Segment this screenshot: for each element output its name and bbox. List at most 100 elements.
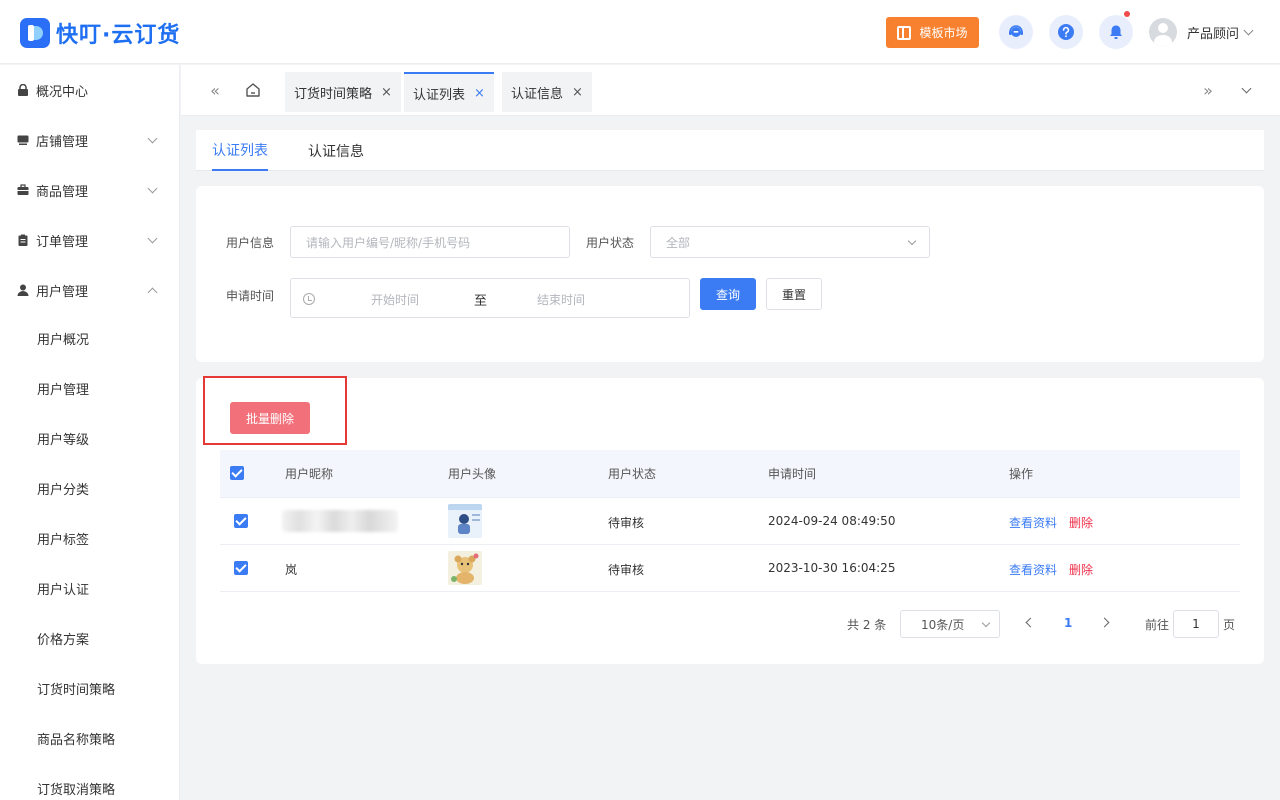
status-cell: 待审核 <box>608 516 645 530</box>
tab-label: 认证信息 <box>511 86 564 102</box>
view-profile-link[interactable]: 查看资料 <box>1009 561 1057 578</box>
close-icon[interactable]: × <box>381 85 392 100</box>
query-button[interactable]: 查询 <box>700 278 756 310</box>
column-header: 用户昵称 <box>285 467 334 481</box>
help-button[interactable] <box>1049 15 1083 49</box>
sidebar-subitem-label: 用户等级 <box>37 432 90 448</box>
sidebar-subitem-label: 用户管理 <box>37 382 90 398</box>
briefcase-icon <box>17 184 29 195</box>
nickname-cell: 岚 <box>285 563 298 577</box>
table-header: 用户昵称 用户头像 用户状态 申请时间 操作 <box>220 450 1240 498</box>
logo-text: 快叮·云订货 <box>56 23 181 48</box>
sidebar-subitem[interactable]: 订货取消策略 <box>0 763 180 800</box>
user-status-select[interactable]: 全部 <box>650 226 930 258</box>
apply-time-cell: 2023-10-30 16:04:25 <box>768 561 896 575</box>
sidebar-subitem-label: 用户标签 <box>37 532 90 548</box>
select-all-checkbox[interactable] <box>230 466 244 480</box>
sidebar-subitem-label: 订货取消策略 <box>37 782 116 798</box>
subtab-certification-list[interactable]: 认证列表 <box>212 130 268 171</box>
tab-label: 订货时间策略 <box>294 86 373 102</box>
end-time-placeholder: 结束时间 <box>537 293 586 307</box>
sidebar-item-label: 订单管理 <box>36 234 89 250</box>
date-range-picker[interactable]: 开始时间 至 结束时间 <box>290 278 690 318</box>
sidebar-subitem[interactable]: 用户管理 <box>0 363 180 413</box>
sidebar-item-label: 商品管理 <box>36 184 89 200</box>
column-header: 申请时间 <box>768 467 817 481</box>
view-profile-link[interactable]: 查看资料 <box>1009 514 1057 531</box>
user-name: 产品顾问 <box>1187 26 1240 42</box>
delete-link[interactable]: 删除 <box>1069 561 1093 578</box>
filter-card <box>196 186 1264 362</box>
tabs-bar: « 订货时间策略 × 认证列表 × 认证信息 × » <box>181 65 1280 116</box>
goto-label: 前往 <box>1145 618 1170 632</box>
service-icon <box>1009 25 1023 37</box>
sidebar-item-goods[interactable]: 商品管理 <box>0 165 180 215</box>
chevron-down-icon <box>147 133 158 144</box>
sidebar-subitem[interactable]: 订货时间策略 <box>0 663 180 713</box>
column-header: 用户头像 <box>448 467 497 481</box>
home-icon[interactable] <box>244 81 262 99</box>
column-header: 用户状态 <box>608 467 657 481</box>
app-logo[interactable]: 快叮·云订货 <box>20 17 180 49</box>
sidebar-item-store[interactable]: 店铺管理 <box>0 115 180 165</box>
user-info-input[interactable]: 请输入用户编号/昵称/手机号码 <box>290 226 570 258</box>
start-time-placeholder: 开始时间 <box>371 293 420 307</box>
template-market-button[interactable]: 模板市场 <box>886 17 979 48</box>
customer-service-button[interactable] <box>999 15 1033 49</box>
subtab-certification-info[interactable]: 认证信息 <box>308 130 364 171</box>
goto-page-input[interactable]: 1 <box>1173 610 1219 638</box>
current-page[interactable]: 1 <box>1064 616 1072 630</box>
apply-time-label: 申请时间 <box>226 289 275 303</box>
chevron-down-icon <box>981 618 991 628</box>
sidebar-subitem[interactable]: 用户概况 <box>0 313 180 363</box>
sidebar-item-orders[interactable]: 订单管理 <box>0 215 180 265</box>
row-checkbox[interactable] <box>234 514 248 528</box>
delete-link[interactable]: 删除 <box>1069 514 1093 531</box>
sidebar-subitem[interactable]: 价格方案 <box>0 613 180 663</box>
sidebar-subitem-label: 用户认证 <box>37 582 90 598</box>
row-checkbox[interactable] <box>234 561 248 575</box>
blurred-nickname <box>282 510 398 532</box>
tab-certification-info[interactable]: 认证信息 × <box>502 72 592 112</box>
sidebar-subitem[interactable]: 用户认证 <box>0 563 180 613</box>
sidebar-subitem-label: 商品名称策略 <box>37 732 116 748</box>
double-chevron-left-icon[interactable]: « <box>205 81 225 101</box>
tab-label: 认证列表 <box>413 87 466 103</box>
clock-icon <box>303 293 315 305</box>
help-icon <box>1058 24 1074 40</box>
chevron-up-icon <box>147 287 158 297</box>
page-size-select[interactable]: 10条/页 <box>900 610 1000 638</box>
tab-order-time-strategy[interactable]: 订货时间策略 × <box>285 72 401 112</box>
logo-icon <box>20 18 50 48</box>
sidebar-subitem[interactable]: 商品名称策略 <box>0 713 180 763</box>
reset-button[interactable]: 重置 <box>766 278 822 310</box>
close-icon[interactable]: × <box>572 85 583 100</box>
sidebar-subitem[interactable]: 用户分类 <box>0 463 180 513</box>
highlight-box <box>203 376 347 445</box>
sidebar-subitem-label: 订货时间策略 <box>37 682 116 698</box>
sidebar-subitem[interactable]: 用户等级 <box>0 413 180 463</box>
template-icon <box>897 25 912 40</box>
sidebar-subitem[interactable]: 用户标签 <box>0 513 180 563</box>
sidebar-item-label: 用户管理 <box>36 284 89 300</box>
store-icon <box>17 135 29 145</box>
user-icon <box>17 284 29 296</box>
sidebar-subitem-label: 价格方案 <box>37 632 90 648</box>
sidebar-item-label: 概况中心 <box>36 84 89 100</box>
sidebar-item-users[interactable]: 用户管理 <box>0 265 180 315</box>
user-menu[interactable]: 产品顾问 <box>1149 18 1254 46</box>
column-header: 操作 <box>1009 467 1034 481</box>
chevron-down-icon[interactable] <box>1241 83 1252 94</box>
tab-certification-list[interactable]: 认证列表 × <box>404 72 494 112</box>
notification-button[interactable] <box>1099 11 1133 49</box>
close-icon[interactable]: × <box>474 86 485 101</box>
user-avatar-thumbnail <box>448 504 482 538</box>
chevron-down-icon <box>907 236 917 246</box>
sidebar-subitem-label: 用户分类 <box>37 482 90 498</box>
avatar <box>1149 18 1177 46</box>
sidebar-item-overview[interactable]: 概况中心 <box>0 65 180 115</box>
chevron-down-icon <box>147 183 158 194</box>
double-chevron-right-icon[interactable]: » <box>1198 81 1218 101</box>
top-header: 快叮·云订货 模板市场 产品顾问 <box>0 0 1280 64</box>
user-avatar-thumbnail <box>448 551 482 585</box>
